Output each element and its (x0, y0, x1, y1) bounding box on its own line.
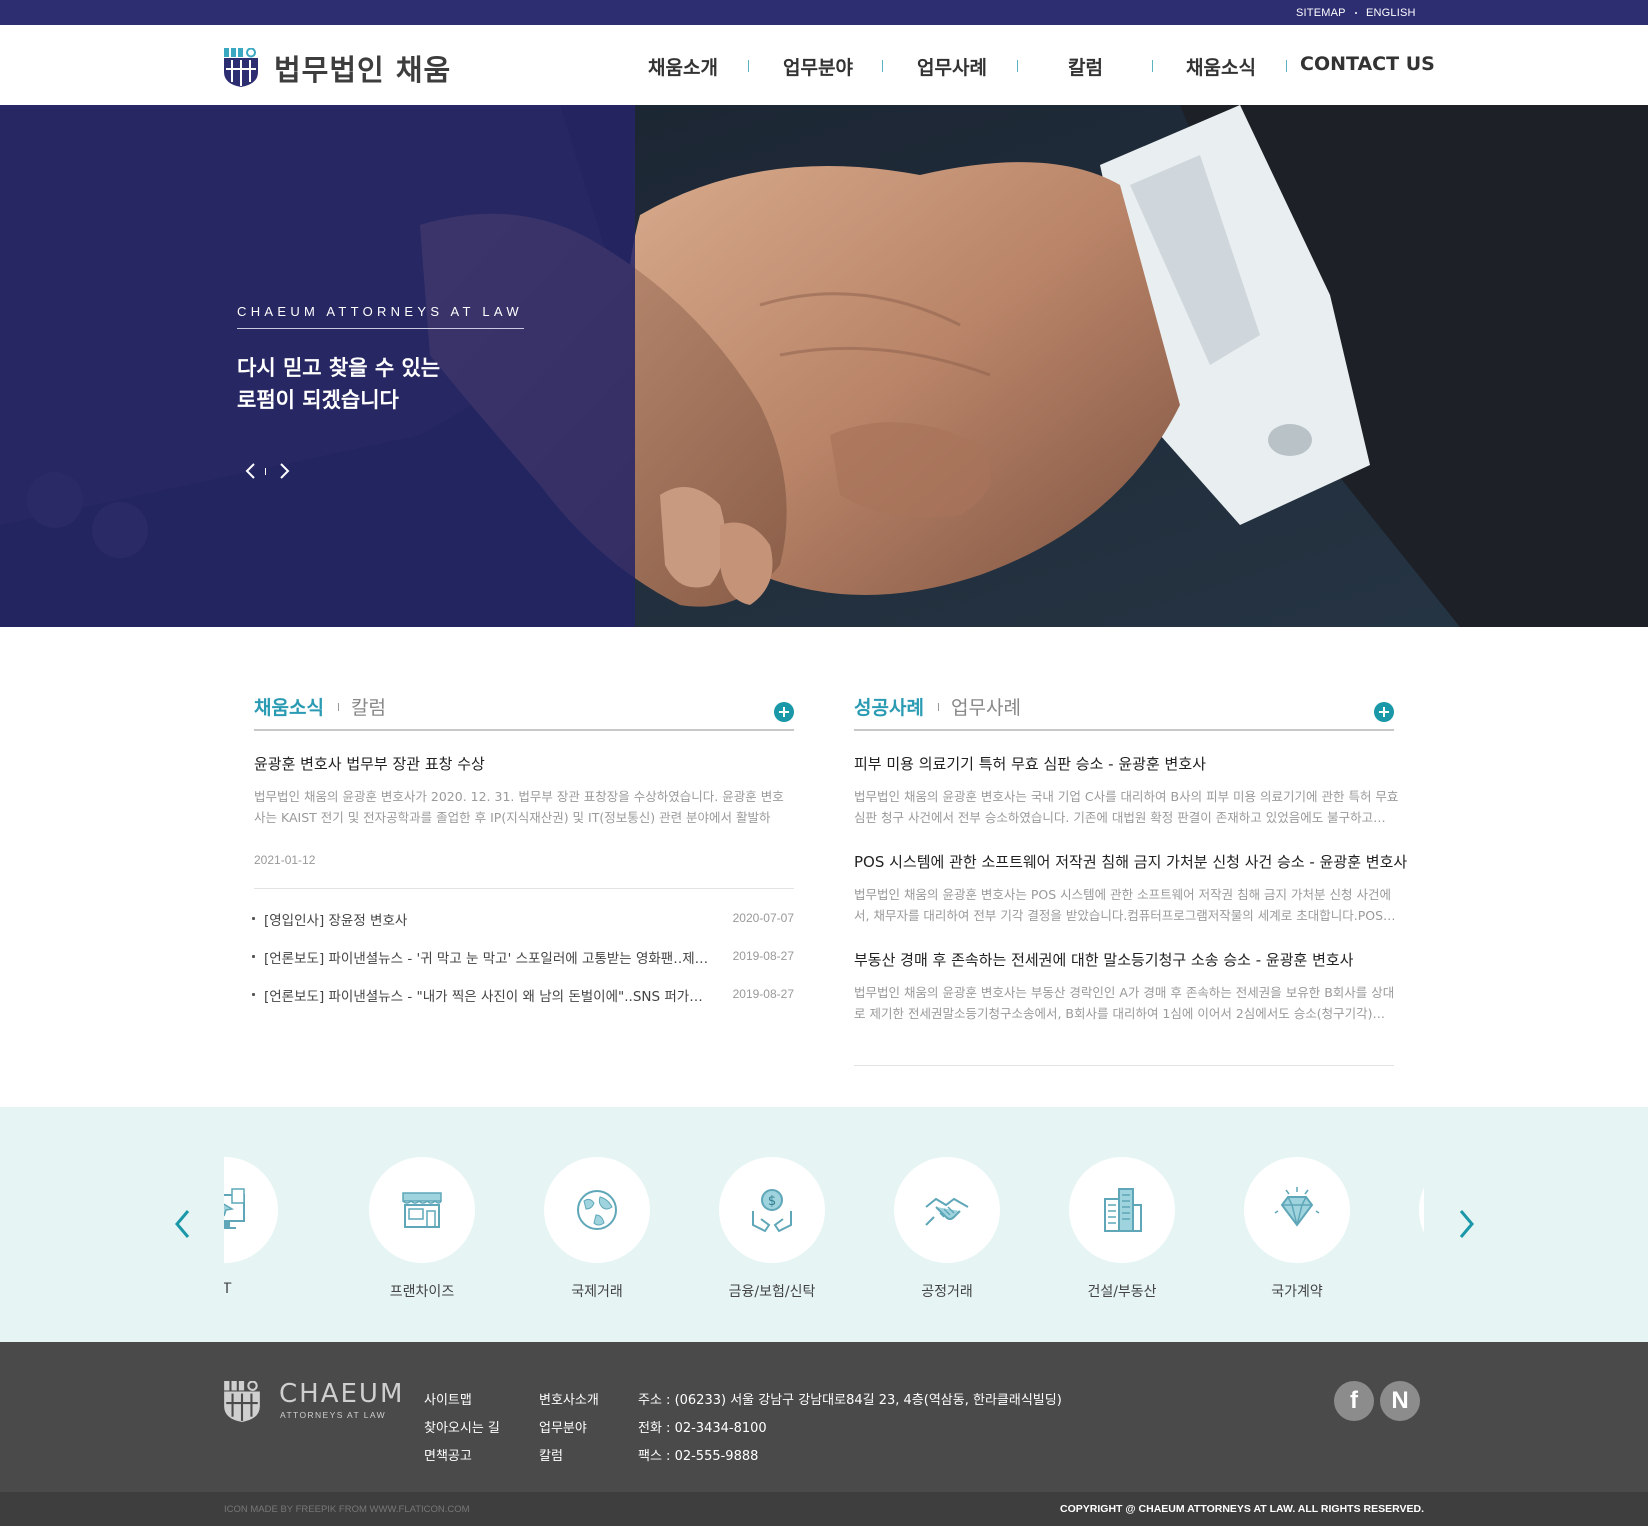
featured-article-excerpt: 법무법인 채움의 윤광훈 변호사가 2020. 12. 31. 법무부 장관 표… (254, 789, 784, 825)
nav-cases[interactable]: 업무사례 (917, 53, 987, 80)
footer-link-disclaimer[interactable]: 면책공고 (424, 1445, 472, 1464)
list-item[interactable]: [언론보도] 파이낸셜뉴스 - '귀 막고 눈 막고' 스포일러에 고통받는 영… (252, 946, 794, 967)
bullet (252, 955, 255, 958)
case-article-excerpt: 법무법인 채움의 윤광훈 변호사는 부동산 경락인인 A가 경매 후 존속하는 … (854, 985, 1395, 1021)
site-footer: CHAEUM ATTORNEYS AT LAW 사이트맵 찾아오시는 길 면책공… (0, 1342, 1648, 1492)
buildings-icon (1104, 1188, 1142, 1232)
nav-separator (1286, 60, 1287, 72)
diamond-icon (1274, 1187, 1320, 1227)
carousel-track: IT 프랜차이즈 국제거래 (224, 1157, 1424, 1317)
section-rule (854, 729, 1394, 731)
case-article-title[interactable]: 부동산 경매 후 존속하는 전세권에 대한 말소등기청구 소송 승소 - 윤광훈… (854, 949, 1353, 970)
icon-credit: ICON MADE BY FREEPIK FROM WWW.FLATICON.C… (224, 1504, 470, 1515)
section-rule (254, 729, 794, 731)
practice-circle (1419, 1157, 1424, 1263)
list-item-date: 2019-08-27 (732, 987, 794, 1001)
nav-news[interactable]: 채움소식 (1186, 53, 1256, 80)
case-article-excerpt: 법무법인 채움의 윤광훈 변호사는 POS 시스템에 관한 소프트웨어 저작권 … (854, 887, 1396, 923)
carousel-next-chevron-icon[interactable] (1455, 1207, 1477, 1241)
svg-text:$: $ (768, 1194, 776, 1209)
more-plus-icon[interactable] (774, 702, 794, 722)
top-utility-bar: SITEMAP ENGLISH (0, 0, 1648, 25)
featured-article-date: 2021-01-12 (254, 853, 316, 867)
tab-column[interactable]: 칼럼 (351, 693, 386, 720)
footer-link-lawyers[interactable]: 변호사소개 (539, 1389, 599, 1408)
practice-areas-carousel: IT 프랜차이즈 국제거래 (0, 1107, 1648, 1342)
tab-separator (938, 703, 939, 711)
facebook-icon[interactable]: f (1334, 1381, 1374, 1421)
money-hands-icon: $ (752, 1189, 792, 1233)
practice-label: 프랜차이즈 (389, 1284, 455, 1300)
list-item-date: 2019-08-27 (732, 949, 794, 963)
list-item-title: [언론보도] 파이낸셜뉴스 - '귀 막고 눈 막고' 스포일러에 고통받는 영… (264, 951, 709, 967)
hero-kicker: CHAEUM ATTORNEYS AT LAW (237, 304, 523, 319)
logo-text: 법무법인 채움 (274, 53, 452, 87)
chevron-right-icon[interactable] (276, 461, 292, 481)
list-item-title: [영입인사] 장윤정 변호사 (264, 913, 408, 929)
tab-work-cases[interactable]: 업무사례 (951, 693, 1021, 720)
footer-fax: 팩스 : 02-555-9888 (638, 1449, 759, 1464)
list-item-date: 2020-07-07 (732, 911, 794, 925)
footer-address: 주소 : (06233) 서울 강남구 강남대로84길 23, 4층(역삼동, … (638, 1393, 1062, 1408)
practice-label: 공정거래 (921, 1284, 973, 1300)
storefront-icon (402, 1192, 442, 1228)
computer-icon (224, 1188, 245, 1229)
list-item[interactable]: [영입인사] 장윤정 변호사 2020-07-07 (252, 908, 794, 929)
sitemap-link[interactable]: SITEMAP (1296, 0, 1346, 25)
tab-separator (338, 703, 339, 711)
tab-success-cases[interactable]: 성공사례 (854, 693, 924, 720)
footer-link-sitemap[interactable]: 사이트맵 (424, 1389, 472, 1408)
case-article-excerpt: 법무법인 채움의 윤광훈 변호사는 국내 기업 C사를 대리하여 B사의 피부 … (854, 789, 1399, 825)
practice-label: 건설/부동산 (1087, 1284, 1157, 1300)
practice-label: 국가계약 (1271, 1284, 1323, 1300)
chevron-left-icon[interactable] (243, 461, 259, 481)
handshake-icon (925, 1197, 969, 1226)
logo-shield-icon (224, 48, 258, 87)
more-plus-icon[interactable] (1374, 702, 1394, 722)
nav-separator (1017, 60, 1018, 72)
case-article-title[interactable]: POS 시스템에 관한 소프트웨어 저작권 침해 금지 가처분 신청 사건 승소… (854, 851, 1407, 872)
bullet (252, 993, 255, 996)
footer-link-practice-areas[interactable]: 업무분야 (539, 1417, 587, 1436)
list-item[interactable]: [언론보도] 파이낸셜뉴스 - "내가 찍은 사진이 왜 남의 돈벌이에"..S… (252, 984, 794, 1005)
slider-separator (265, 468, 266, 475)
nav-about[interactable]: 채움소개 (648, 53, 718, 80)
naver-glyph: N (1391, 1387, 1409, 1414)
utility-separator (1355, 12, 1357, 14)
list-item-title: [언론보도] 파이낸셜뉴스 - "내가 찍은 사진이 왜 남의 돈벌이에"..S… (264, 989, 714, 1005)
hero-divider (237, 328, 524, 329)
copyright-bar: ICON MADE BY FREEPIK FROM WWW.FLATICON.C… (0, 1492, 1648, 1526)
practice-label: IT (224, 1281, 232, 1297)
site-header: 법무법인 채움 채움소개 업무분야 업무사례 칼럼 채움소식 CONTACT U… (0, 25, 1648, 105)
facebook-glyph: f (1350, 1387, 1358, 1414)
english-link[interactable]: ENGLISH (1366, 0, 1416, 25)
tab-chaeum-news[interactable]: 채움소식 (254, 693, 324, 720)
footer-phone: 전화 : 02-3434-8100 (638, 1421, 767, 1436)
footer-brand: CHAEUM (279, 1379, 405, 1409)
footer-link-column[interactable]: 칼럼 (539, 1445, 563, 1464)
nav-column[interactable]: 칼럼 (1068, 53, 1103, 80)
nav-separator (748, 60, 749, 72)
bullet (252, 917, 255, 920)
footer-brand-sub: ATTORNEYS AT LAW (280, 1410, 387, 1420)
copyright-text: COPYRIGHT @ CHAEUM ATTORNEYS AT LAW. ALL… (1060, 1503, 1424, 1515)
practice-label: 국제거래 (571, 1284, 623, 1300)
nav-contact-us[interactable]: CONTACT US (1300, 53, 1435, 75)
nav-separator (1152, 60, 1153, 72)
featured-article-title[interactable]: 윤광훈 변호사 법무부 장관 표창 수상 (254, 753, 485, 774)
hero-title-line1: 다시 믿고 찾을 수 있는 (237, 356, 441, 380)
nav-separator (882, 60, 883, 72)
hero-banner: CHAEUM ATTORNEYS AT LAW 다시 믿고 찾을 수 있는 로펌… (0, 105, 1648, 627)
carousel-prev-chevron-icon[interactable] (172, 1207, 194, 1241)
footer-link-directions[interactable]: 찾아오시는 길 (424, 1417, 500, 1436)
case-article-title[interactable]: 피부 미용 의료기기 특허 무효 심판 승소 - 윤광훈 변호사 (854, 753, 1206, 774)
practice-label: 금융/보험/신탁 (728, 1284, 816, 1300)
hero-title-line2: 로펌이 되겠습니다 (237, 388, 399, 412)
globe-icon (577, 1190, 617, 1230)
divider (854, 1065, 1394, 1066)
naver-icon[interactable]: N (1380, 1381, 1420, 1421)
divider (254, 888, 794, 889)
nav-practice-areas[interactable]: 업무분야 (783, 53, 853, 80)
footer-logo-shield-icon (224, 1381, 260, 1422)
